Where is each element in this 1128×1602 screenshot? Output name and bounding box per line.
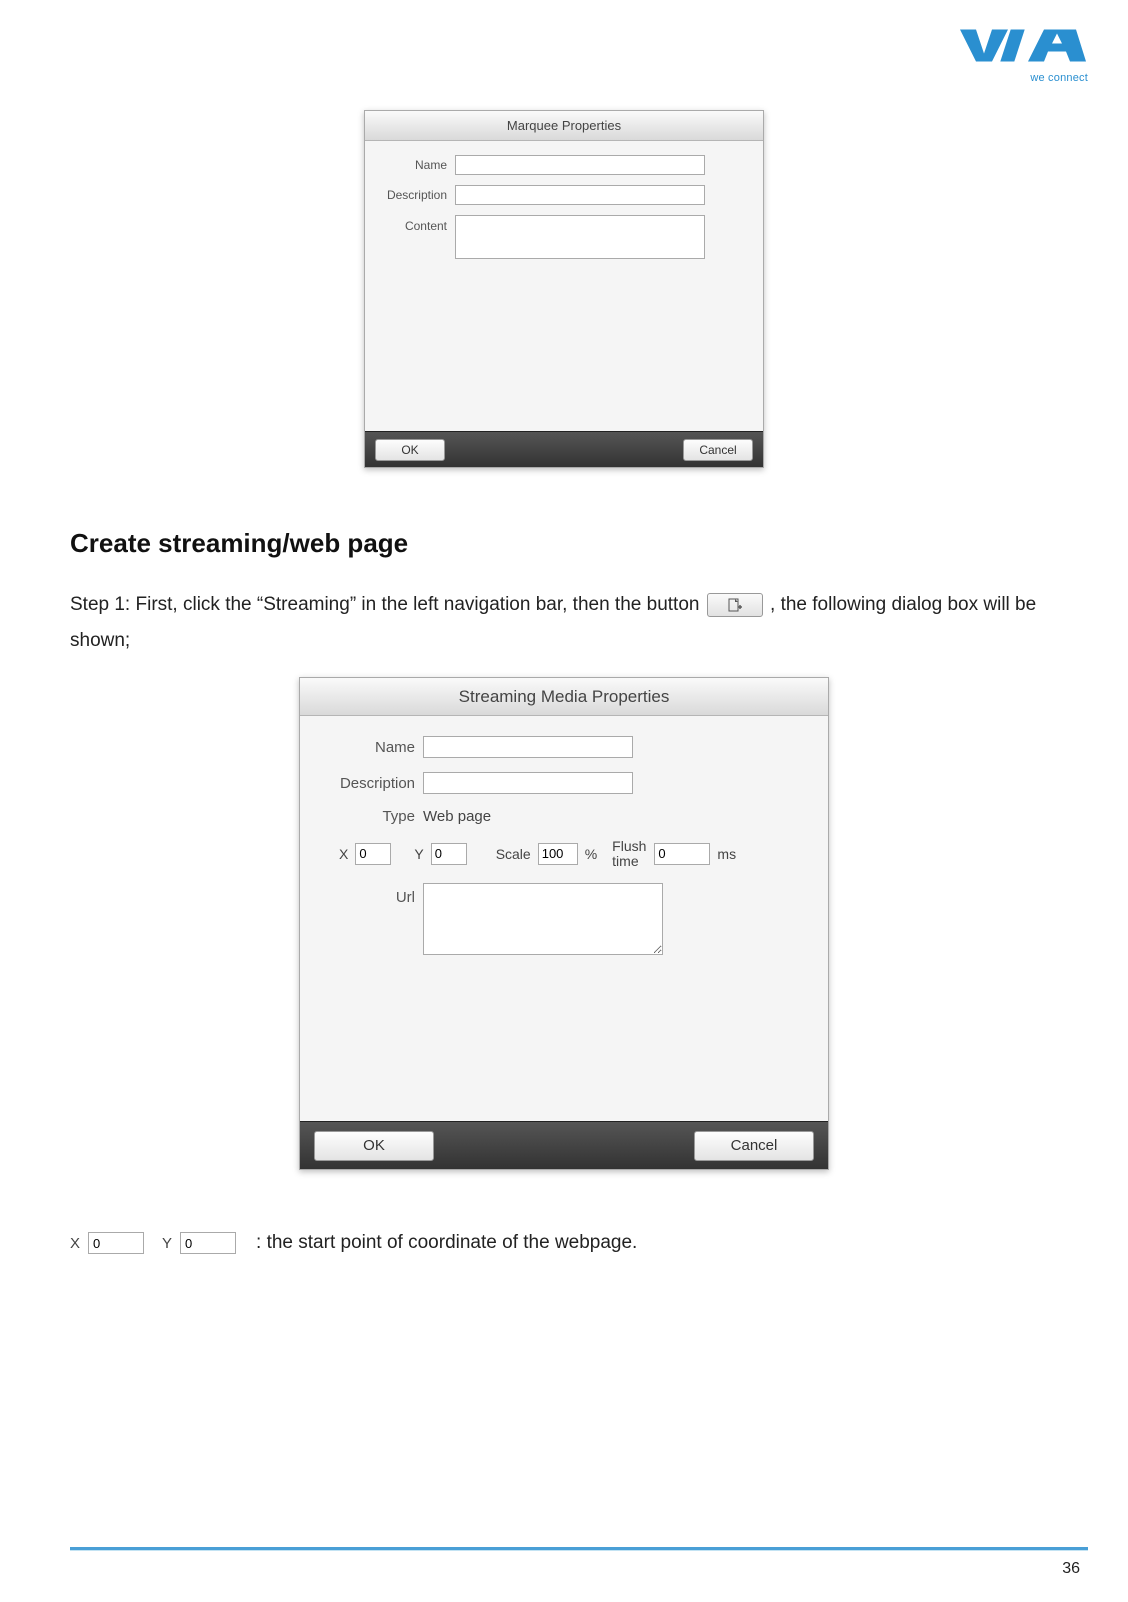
name-label: Name xyxy=(318,739,423,756)
dialog-buttonbar: OK Cancel xyxy=(300,1121,828,1169)
url-label: Url xyxy=(318,883,423,906)
type-value: Web page xyxy=(423,808,491,825)
description-label: Description xyxy=(375,188,455,202)
streaming-media-properties-dialog: Streaming Media Properties Name Descript… xyxy=(299,677,829,1170)
marquee-properties-dialog: Marquee Properties Name Description Cont… xyxy=(364,110,764,468)
name-input[interactable] xyxy=(455,155,705,175)
footer-divider xyxy=(70,1547,1088,1550)
add-page-button[interactable] xyxy=(707,593,763,617)
page-number: 36 xyxy=(1062,1560,1080,1578)
legend-y-label: Y xyxy=(162,1235,174,1252)
x-label: X xyxy=(336,846,351,862)
xy-legend: X Y : the start point of coordinate of t… xyxy=(70,1232,1058,1254)
legend-text: : the start point of coordinate of the w… xyxy=(256,1232,637,1254)
dialog-body: Name Description Content xyxy=(365,141,763,431)
step1-paragraph: Step 1: First, click the “Streaming” in … xyxy=(70,587,1058,659)
coords-row: X Y Scale % Flushtime ms xyxy=(318,839,804,868)
flush-time-label: Flushtime xyxy=(604,839,650,868)
ok-button[interactable]: OK xyxy=(314,1131,434,1161)
dialog-buttonbar: OK Cancel xyxy=(365,431,763,467)
url-textarea[interactable] xyxy=(423,883,663,955)
percent-label: % xyxy=(582,846,600,862)
new-page-icon xyxy=(727,598,743,614)
name-input[interactable] xyxy=(423,736,633,758)
type-label: Type xyxy=(318,808,423,825)
dialog-title: Marquee Properties xyxy=(365,111,763,141)
legend-x-input[interactable] xyxy=(88,1232,144,1254)
dialog-title: Streaming Media Properties xyxy=(300,678,828,716)
cancel-button[interactable]: Cancel xyxy=(683,439,753,461)
scale-input[interactable] xyxy=(538,843,578,865)
ms-label: ms xyxy=(714,846,739,862)
ok-button[interactable]: OK xyxy=(375,439,445,461)
section-heading: Create streaming/web page xyxy=(70,528,1058,559)
description-label: Description xyxy=(318,775,423,792)
cancel-button[interactable]: Cancel xyxy=(694,1131,814,1161)
description-input[interactable] xyxy=(423,772,633,794)
x-input[interactable] xyxy=(355,843,391,865)
flush-time-input[interactable] xyxy=(654,843,710,865)
logo-tagline: we connect xyxy=(958,72,1088,84)
y-input[interactable] xyxy=(431,843,467,865)
step1-text-pre: Step 1: First, click the “Streaming” in … xyxy=(70,594,699,615)
content-label: Content xyxy=(375,215,455,233)
legend-y-input[interactable] xyxy=(180,1232,236,1254)
legend-x-label: X xyxy=(70,1235,82,1252)
dialog-body: Name Description Type Web page X Y Scale xyxy=(300,716,828,1121)
y-label: Y xyxy=(411,846,426,862)
description-input[interactable] xyxy=(455,185,705,205)
scale-label: Scale xyxy=(493,846,534,862)
content-textarea[interactable] xyxy=(455,215,705,259)
name-label: Name xyxy=(375,158,455,172)
via-logo: we connect xyxy=(958,18,1088,84)
